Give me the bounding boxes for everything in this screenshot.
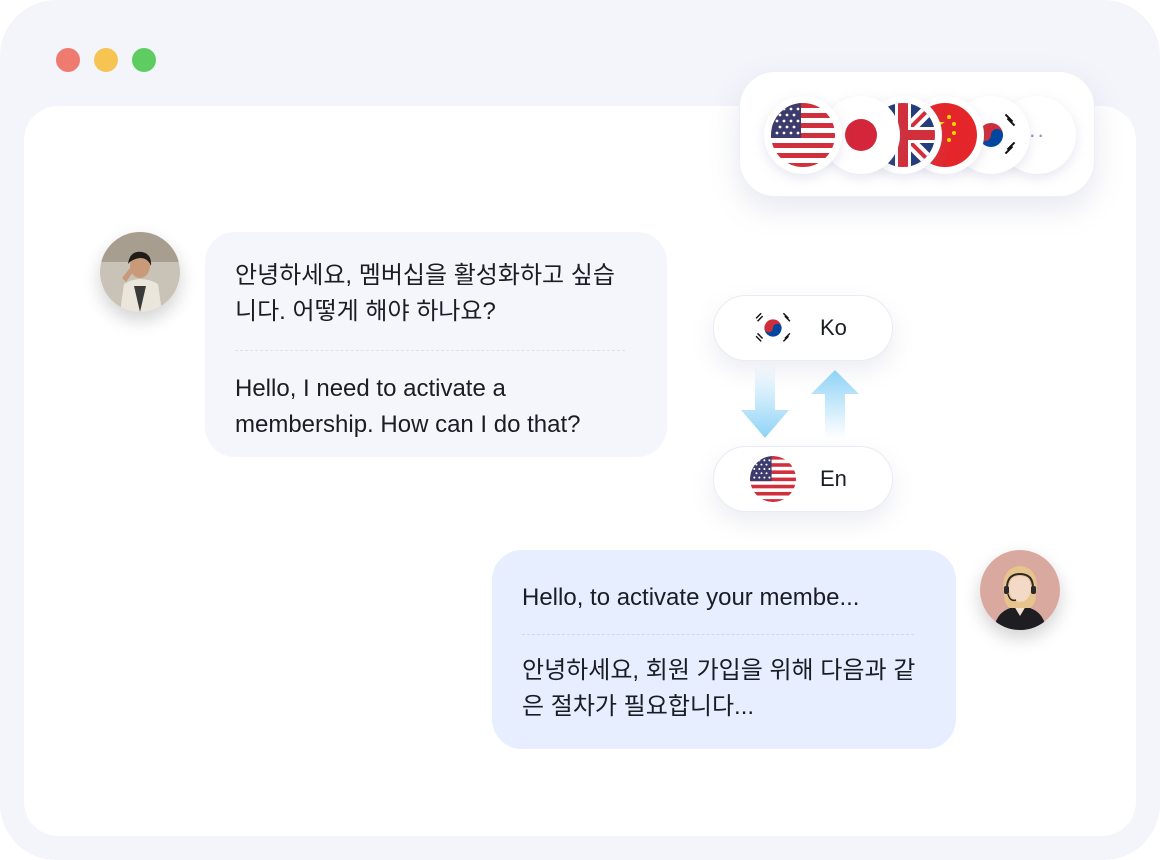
more-dots-icon: ·· xyxy=(1028,122,1046,147)
arrow-down-icon xyxy=(741,366,789,438)
agent-avatar xyxy=(980,550,1060,630)
user-message-bubble: 안녕하세요, 멤버십을 활성화하고 싶습니다. 어떻게 해야 하나요? Hell… xyxy=(205,232,667,457)
arrow-up-icon xyxy=(811,370,859,438)
divider xyxy=(522,634,914,635)
agent-message-translation: 안녕하세요, 회원 가입을 위해 다음과 같은 절차가 필요합니다... xyxy=(522,657,916,720)
app-window: ·· 안녕하세요, 멤버십을 활성화하고 싶습니다. 어떻게 해야 하나요? H… xyxy=(0,0,1160,860)
divider xyxy=(235,350,625,351)
user-message-original: 안녕하세요, 멤버십을 활성화하고 싶습니다. 어떻게 해야 하나요? xyxy=(235,262,615,325)
user-message-translation: Hello, I need to activate a membership. … xyxy=(235,375,581,438)
source-language-code: Ko xyxy=(820,315,847,340)
source-language-chip[interactable]: Ko xyxy=(713,295,893,361)
close-window-button[interactable] xyxy=(56,48,80,72)
translate-direction-arrows xyxy=(741,366,859,438)
maximize-window-button[interactable] xyxy=(132,48,156,72)
target-language-chip[interactable]: En xyxy=(713,446,893,512)
target-language-code: En xyxy=(820,466,847,491)
korea-flag-icon xyxy=(750,305,796,351)
agent-message-original: Hello, to activate your membe... xyxy=(522,584,860,611)
language-picker[interactable]: ·· xyxy=(739,71,1095,197)
agent-message-bubble: Hello, to activate your membe... 안녕하세요, … xyxy=(492,550,956,749)
minimize-window-button[interactable] xyxy=(94,48,118,72)
us-flag-icon[interactable] xyxy=(764,96,842,174)
us-flag-icon xyxy=(750,456,796,502)
user-avatar xyxy=(100,232,180,312)
